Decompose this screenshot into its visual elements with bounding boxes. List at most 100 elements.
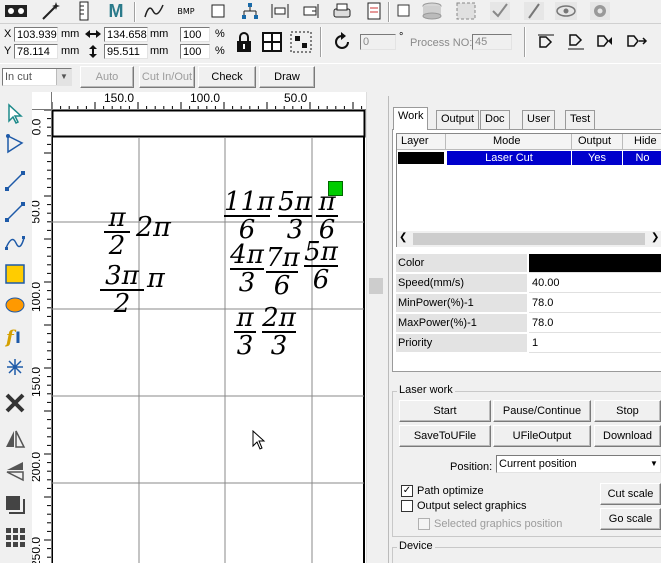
scroll-left-icon[interactable]: ❮	[399, 232, 407, 243]
eye-icon[interactable]	[554, 0, 578, 22]
select-arrow-icon[interactable]	[3, 101, 27, 127]
x-coordinate-field[interactable]: 103.939	[14, 27, 58, 42]
align-right-icon[interactable]	[298, 0, 322, 22]
bmp-icon[interactable]: BMP	[174, 0, 198, 22]
ruler-icon[interactable]	[72, 0, 96, 22]
dashed-select-icon[interactable]	[454, 0, 478, 22]
math-fraction[interactable]: π2	[104, 205, 130, 259]
check-button[interactable]: Check	[198, 66, 256, 88]
dashed-grid-icon[interactable]	[290, 31, 312, 53]
drawing-canvas[interactable]: π2 2π 3π 2 π 11π 6 5π 3 π6 4π 3 7π 6 5π 6 π3 2…	[52, 110, 366, 563]
node-tree-icon[interactable]	[238, 0, 262, 22]
column-header-mode[interactable]: Mode	[493, 135, 521, 147]
math-expression[interactable]: 2π	[136, 214, 171, 242]
cut-in-out-button[interactable]: Cut In/Out	[139, 66, 195, 88]
mirror-vertical-icon[interactable]	[3, 458, 27, 484]
rotate-angle-field[interactable]: 0	[360, 34, 396, 50]
process-no-field[interactable]: 45	[472, 34, 512, 50]
scale-y-field[interactable]: 100	[180, 44, 210, 59]
width-field[interactable]: 134.658	[104, 27, 148, 42]
checkmark-icon[interactable]	[488, 0, 512, 22]
cylinder-icon[interactable]	[420, 0, 444, 22]
property-color-swatch[interactable]	[529, 254, 661, 273]
flip-horizontal-icon[interactable]	[596, 32, 616, 52]
text-tool-icon[interactable]: fI	[3, 323, 27, 349]
tab-output[interactable]: Output	[436, 110, 480, 129]
cut-scale-button[interactable]: Cut scale	[600, 483, 661, 505]
pause-continue-button[interactable]: Pause/Continue	[493, 400, 591, 422]
download-button[interactable]: Download	[594, 425, 661, 447]
ellipse-draw-icon[interactable]	[3, 292, 27, 318]
scroll-right-icon[interactable]: ❯	[651, 232, 659, 243]
array-icon[interactable]	[3, 492, 27, 518]
asterisk-tool-icon[interactable]	[3, 354, 27, 380]
column-header-hide[interactable]: Hide	[634, 135, 657, 147]
grid-icon[interactable]	[261, 31, 283, 53]
curve-icon[interactable]	[142, 0, 166, 22]
start-button[interactable]: Start	[399, 400, 491, 422]
document-icon[interactable]	[362, 0, 386, 22]
checkbox-icon[interactable]	[392, 0, 416, 22]
math-fraction[interactable]: 11π 6	[224, 189, 274, 243]
lock-ratio-icon[interactable]	[234, 31, 254, 55]
tape-icon[interactable]	[4, 0, 28, 22]
property-row-max-power[interactable]: MaxPower(%)-1 78.0	[396, 314, 661, 334]
property-row-speed[interactable]: Speed(mm/s) 40.00	[396, 274, 661, 294]
tab-test[interactable]: Test	[565, 110, 596, 129]
math-fraction[interactable]: π3	[234, 305, 256, 359]
scrollbar-thumb[interactable]	[413, 233, 645, 245]
align-top-icon[interactable]	[536, 32, 556, 52]
rotate-icon[interactable]	[332, 32, 352, 52]
scrollbar-thumb[interactable]	[369, 278, 383, 294]
align-horizontal-icon[interactable]	[268, 0, 292, 22]
math-fraction[interactable]: 4π 3	[230, 242, 264, 296]
horizontal-scrollbar[interactable]: ❮ ❯	[397, 231, 661, 247]
align-middle-icon[interactable]	[566, 32, 586, 52]
tab-user[interactable]: User	[522, 110, 556, 129]
property-value[interactable]: 78.0	[529, 314, 661, 333]
property-value[interactable]: 1	[529, 334, 661, 353]
height-field[interactable]: 95.511	[104, 44, 148, 59]
math-fraction[interactable]: 3π 2	[100, 263, 144, 317]
ufile-output-button[interactable]: UFileOutput	[493, 425, 591, 447]
column-header-output[interactable]: Output	[578, 135, 611, 147]
polyline-tool-icon[interactable]	[3, 199, 27, 225]
m-icon[interactable]: M	[104, 0, 128, 22]
flip-vertical-icon[interactable]	[626, 32, 648, 52]
canvas-scrollbar[interactable]	[366, 92, 384, 563]
magic-wand-icon[interactable]	[38, 0, 62, 22]
math-fraction[interactable]: 5π 6	[304, 239, 338, 293]
chevron-down-icon[interactable]: ▼	[650, 456, 660, 472]
math-fraction[interactable]: 7π 6	[266, 245, 300, 299]
path-optimize-checkbox[interactable]: ✓	[401, 485, 413, 497]
y-coordinate-field[interactable]: 78.114	[14, 44, 58, 59]
pencil-icon[interactable]	[522, 0, 546, 22]
cut-mode-select[interactable]: In cut ▼	[2, 68, 72, 86]
table-row[interactable]: Laser Cut Yes No	[397, 151, 661, 165]
property-row-priority[interactable]: Priority 1	[396, 334, 661, 354]
grid-array-icon[interactable]	[3, 524, 27, 550]
draw-button[interactable]: Draw	[259, 66, 315, 88]
property-row-min-power[interactable]: MinPower(%)-1 78.0	[396, 294, 661, 314]
property-row-color[interactable]: Color	[396, 254, 661, 274]
selected-graphics-position-checkbox[interactable]	[418, 518, 430, 530]
property-value[interactable]: 40.00	[529, 274, 661, 293]
delete-icon[interactable]	[3, 390, 27, 416]
property-value[interactable]: 78.0	[529, 294, 661, 313]
stop-button[interactable]: Stop	[594, 400, 661, 422]
chevron-down-icon[interactable]: ▼	[56, 69, 71, 85]
save-to-ufile-button[interactable]: SaveToUFile	[399, 425, 491, 447]
math-expression[interactable]: π	[147, 265, 165, 293]
scale-x-field[interactable]: 100	[180, 27, 210, 42]
gear-icon[interactable]	[588, 0, 612, 22]
rectangle-draw-icon[interactable]	[3, 261, 27, 287]
math-fraction[interactable]: π6	[316, 189, 338, 243]
column-header-layer[interactable]: Layer	[401, 135, 429, 147]
selection-handle[interactable]	[328, 181, 343, 196]
rectangle-tool-icon[interactable]	[206, 0, 230, 22]
auto-button[interactable]: Auto	[80, 66, 134, 88]
mirror-horizontal-icon[interactable]	[3, 426, 27, 452]
position-select[interactable]: Current position ▼	[496, 455, 661, 473]
curve-tool-icon[interactable]	[3, 230, 27, 256]
math-fraction[interactable]: 2π 3	[262, 305, 296, 359]
